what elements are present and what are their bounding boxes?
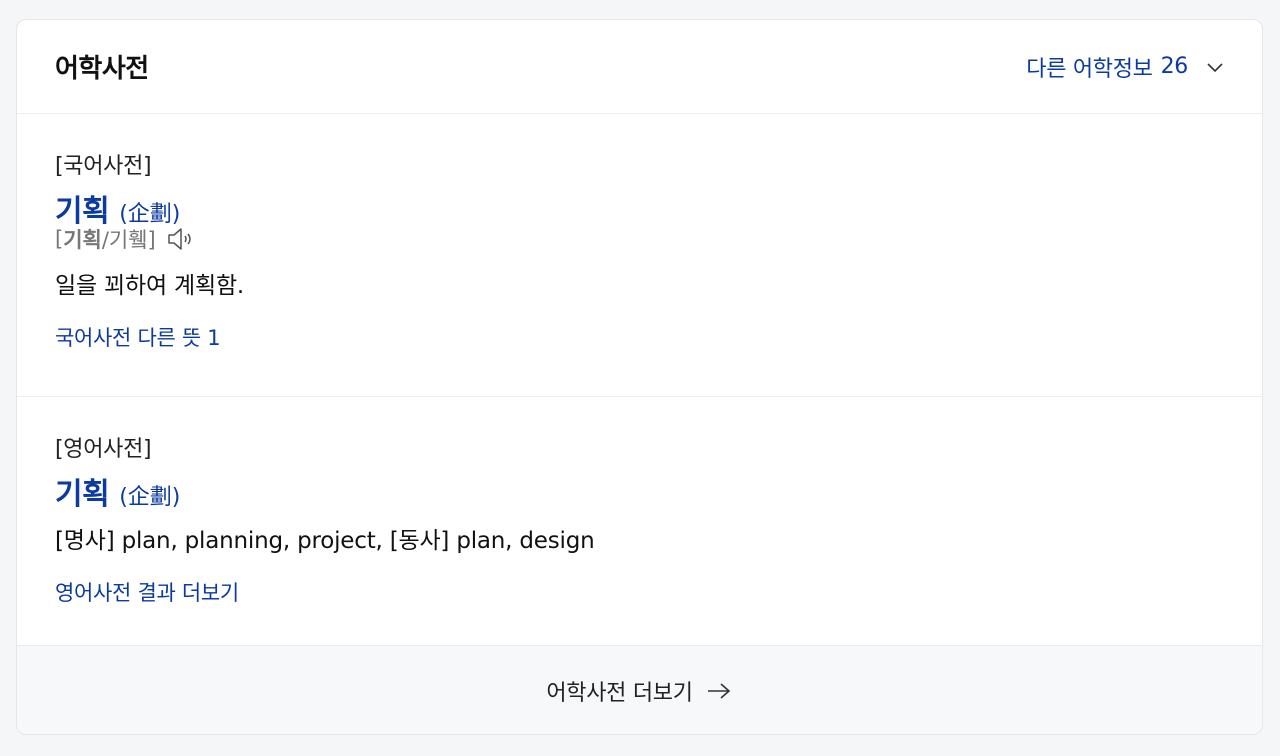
pron-main: 기획 <box>63 228 102 252</box>
english-more-results-link[interactable]: 영어사전 결과 더보기 <box>55 577 239 607</box>
english-headword-link[interactable]: 기획 <box>55 469 110 513</box>
other-info-dropdown[interactable]: 다른 어학정보 26 <box>1026 51 1224 83</box>
other-info-label: 다른 어학정보 <box>1026 56 1153 82</box>
english-dictionary-section: [영어사전] 기획 (企劃) [명사] plan, planning, proj… <box>17 397 1262 646</box>
english-hanja: (企劃) <box>119 485 181 510</box>
card-header: 어학사전 다른 어학정보 26 <box>17 20 1262 114</box>
pron-alt: /기휔] <box>101 228 156 252</box>
korean-dict-label: [국어사전] <box>55 154 152 179</box>
pronunciation: [ 기획 /기휔] <box>55 224 1224 254</box>
korean-definition: 일을 꾀하여 계획함. <box>55 273 245 299</box>
korean-more-meanings-link[interactable]: 국어사전 다른 뜻 1 <box>55 322 221 352</box>
dictionary-more-button[interactable]: 어학사전 더보기 <box>17 646 1262 734</box>
card-title: 어학사전 <box>55 54 149 84</box>
language-dictionary-card: 어학사전 다른 어학정보 26 [국어사전] 기획 (企劃) [ 기획 /기휔]… <box>16 19 1263 735</box>
chevron-down-icon <box>1207 62 1223 72</box>
korean-word-row: 기획 (企劃) <box>55 186 1224 229</box>
other-info-count: 26 <box>1160 54 1189 79</box>
english-dict-label: [영어사전] <box>55 437 152 462</box>
speaker-icon[interactable] <box>166 226 196 252</box>
footer-label: 어학사전 더보기 <box>546 680 693 706</box>
english-word-row: 기획 (企劃) <box>55 469 1224 512</box>
korean-dictionary-section: [국어사전] 기획 (企劃) [ 기획 /기휔] 일을 꾀하여 계획함. 국어사… <box>17 114 1262 397</box>
pron-bracket-open: [ <box>55 227 64 251</box>
arrow-right-icon <box>707 682 730 699</box>
english-definition: [명사] plan, planning, project, [동사] plan,… <box>55 528 595 554</box>
